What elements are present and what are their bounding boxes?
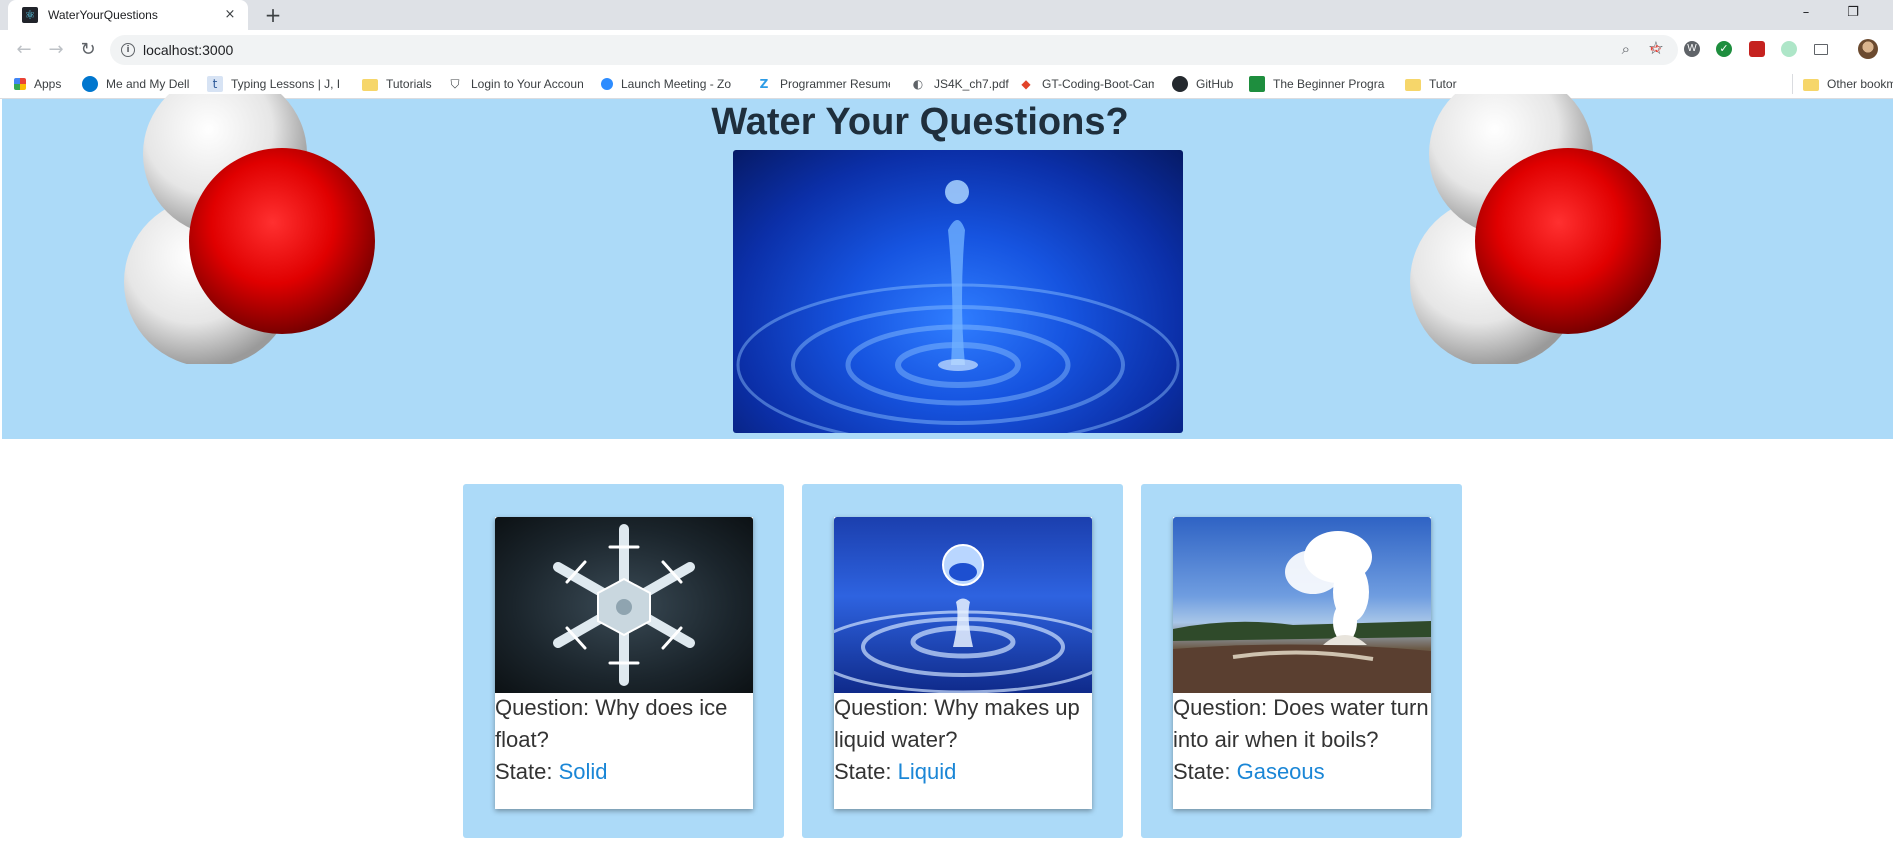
new-tab-button[interactable]: + xyxy=(262,4,284,26)
bookmark-dell[interactable]: Me and My Dell xyxy=(82,74,192,94)
github-icon xyxy=(1172,76,1188,92)
tab-close-icon[interactable]: × xyxy=(222,7,238,23)
question-text: Question: Does water turn into air when … xyxy=(1173,695,1429,752)
site-info-icon[interactable]: i xyxy=(121,43,135,57)
question-card-solid[interactable]: Question: Why does ice float? State: Sol… xyxy=(495,517,753,809)
state-label: State: xyxy=(834,759,898,784)
card-text: Question: Why makes up liquid water? Sta… xyxy=(834,692,1090,788)
extension-cast-icon[interactable]: ➪ xyxy=(1650,41,1666,57)
browser-tab-strip: ⚛ WaterYourQuestions × + – ❐ xyxy=(0,0,1893,30)
snowflake-image xyxy=(495,517,753,693)
state-label: State: xyxy=(495,759,559,784)
browser-tab[interactable]: ⚛ WaterYourQuestions × xyxy=(8,0,248,30)
zoom-icon[interactable]: ⌕ xyxy=(1622,40,1630,58)
water-droplet-image xyxy=(834,517,1092,693)
bookmark-other[interactable]: Other bookmarks xyxy=(1792,74,1893,94)
geyser-image xyxy=(1173,517,1431,693)
zety-icon: Z xyxy=(759,77,769,91)
extension-mail-icon[interactable] xyxy=(1814,44,1828,55)
bookmark-tutorials[interactable]: Tutorials xyxy=(362,74,432,94)
browser-toolbar: ← → ↻ i localhost:3000 ⌕ ☆ xyxy=(0,30,1893,70)
folder-icon xyxy=(362,79,378,91)
beginner-icon xyxy=(1249,76,1265,92)
profile-avatar[interactable] xyxy=(1858,39,1878,59)
extension-check-icon[interactable]: ✓ xyxy=(1716,41,1732,57)
minimize-window-button[interactable]: – xyxy=(1786,0,1826,30)
state-link-liquid[interactable]: Liquid xyxy=(898,759,957,784)
shield-icon: ⛉ xyxy=(450,77,460,91)
folder-icon xyxy=(1803,79,1819,91)
bookmark-github[interactable]: GitHub xyxy=(1172,74,1233,94)
state-link-gaseous[interactable]: Gaseous xyxy=(1237,759,1325,784)
card-text: Question: Why does ice float? State: Sol… xyxy=(495,692,751,788)
extension-w-icon[interactable]: W xyxy=(1684,41,1700,57)
tab-title: WaterYourQuestions xyxy=(48,8,158,22)
bookmark-zoom-meeting[interactable]: Launch Meeting - Zo xyxy=(601,74,737,94)
reload-button[interactable]: ↻ xyxy=(76,38,100,62)
url-text[interactable]: localhost:3000 xyxy=(143,42,233,58)
card-column-solid: Question: Why does ice float? State: Sol… xyxy=(463,484,784,838)
forward-button[interactable]: → xyxy=(44,38,68,62)
bookmark-beginner-programmer[interactable]: The Beginner Progra xyxy=(1249,74,1387,94)
extension-green-icon[interactable] xyxy=(1781,41,1797,57)
card-text: Question: Does water turn into air when … xyxy=(1173,692,1429,788)
restore-window-button[interactable]: ❐ xyxy=(1833,0,1873,30)
typing-icon: t xyxy=(207,76,223,92)
state-label: State: xyxy=(1173,759,1237,784)
page-title: Water Your Questions? xyxy=(711,101,1129,143)
dell-icon xyxy=(82,76,98,92)
extension-red-icon[interactable] xyxy=(1749,41,1765,57)
question-card-gaseous[interactable]: Question: Does water turn into air when … xyxy=(1173,517,1431,809)
back-button[interactable]: ← xyxy=(12,38,36,62)
question-text: Question: Why makes up liquid water? xyxy=(834,695,1080,752)
state-link-solid[interactable]: Solid xyxy=(559,759,608,784)
bookmark-programmer-resume[interactable]: Z Programmer Resume xyxy=(756,74,890,94)
bookmark-apps[interactable]: Apps xyxy=(14,74,61,94)
card-column-gaseous: Question: Does water turn into air when … xyxy=(1141,484,1462,838)
react-icon: ⚛ xyxy=(22,7,38,23)
bookmark-js4k-pdf[interactable]: ◐ JS4K_ch7.pdf xyxy=(910,74,1009,94)
folder-icon xyxy=(1405,79,1421,91)
hero-banner: Water Your Questions? xyxy=(2,72,1893,439)
apps-grid-icon xyxy=(14,78,26,90)
gitlab-icon: ◆ xyxy=(1021,77,1031,91)
water-drop-hero-image xyxy=(733,150,1183,433)
bookmark-tutor[interactable]: Tutor xyxy=(1405,74,1457,94)
bookmark-typing-lessons[interactable]: t Typing Lessons | J, F... xyxy=(207,74,339,94)
bookmark-login[interactable]: ⛉ Login to Your Accoun xyxy=(447,74,583,94)
card-column-liquid: Question: Why makes up liquid water? Sta… xyxy=(802,484,1123,838)
pdf-icon: ◐ xyxy=(912,77,924,91)
question-text: Question: Why does ice float? xyxy=(495,695,728,752)
zoom-icon xyxy=(601,78,613,90)
question-card-liquid[interactable]: Question: Why makes up liquid water? Sta… xyxy=(834,517,1092,809)
address-bar[interactable]: i localhost:3000 ⌕ ☆ xyxy=(110,35,1678,65)
bookmark-gitlab[interactable]: ◆ GT-Coding-Boot-Cam xyxy=(1018,74,1154,94)
